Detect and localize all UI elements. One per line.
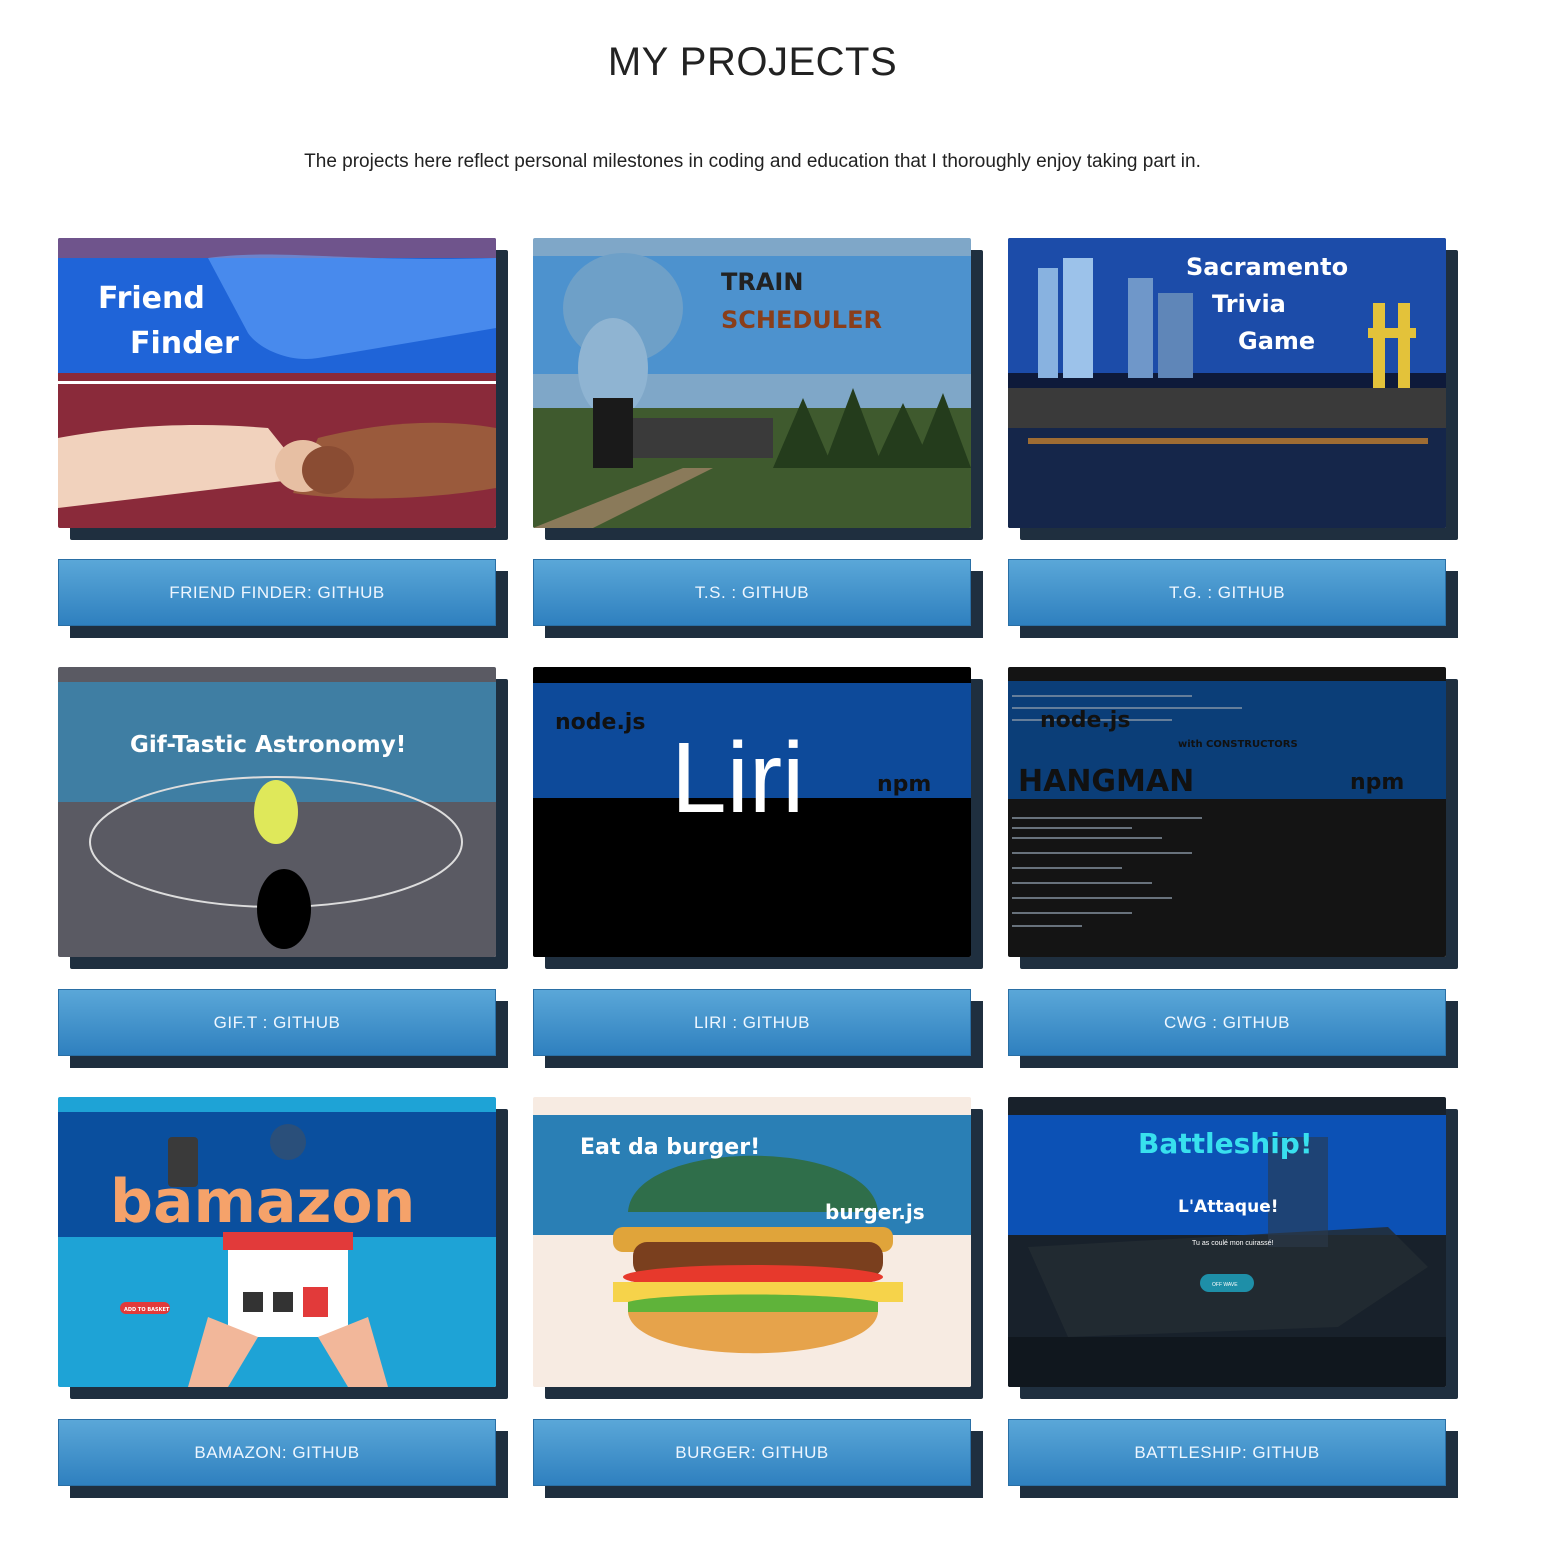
giftastic-github-button[interactable]: GIF.T : GITHUB [58, 989, 496, 1056]
page-title: MY PROJECTS [0, 40, 1505, 85]
liri-npm-label: npm [877, 772, 931, 797]
page-title-main: PROJECTS [679, 40, 898, 84]
bamazon-thumbnail[interactable]: bamazon ADD TO BASKET [58, 1097, 496, 1387]
hangman-npm-label: npm [1350, 770, 1404, 795]
train-scheduler-thumbnail[interactable]: TRAIN SCHEDULER [533, 238, 971, 528]
train-title-2: SCHEDULER [721, 306, 882, 334]
burger-subtitle: burger.js [825, 1200, 925, 1224]
battleship-title: Battleship! [1138, 1127, 1313, 1160]
battleship-tagline: Tu as coulé mon cuirassé! [1192, 1240, 1273, 1247]
liri-thumbnail[interactable]: node.js Liri npm [533, 667, 971, 957]
friend-finder-github-button[interactable]: FRIEND FINDER: GITHUB [58, 559, 496, 626]
friend-finder-title-2: Finder [130, 326, 239, 361]
battleship-thumbnail[interactable]: Battleship! L'Attaque! Tu as coulé mon c… [1008, 1097, 1446, 1387]
bamazon-title: bamazon [110, 1167, 415, 1237]
train-title-1: TRAIN [721, 268, 803, 296]
hangman-thumbnail[interactable]: node.js with CONSTRUCTORS HANGMAN npm [1008, 667, 1446, 957]
trivia-game-thumbnail[interactable]: Sacramento Trivia Game [1008, 238, 1446, 528]
friend-finder-title-1: Friend [98, 281, 205, 316]
trivia-title-2: Trivia [1212, 290, 1286, 318]
burger-thumbnail[interactable]: Eat da burger! burger.js [533, 1097, 971, 1387]
burger-github-button[interactable]: BURGER: GITHUB [533, 1419, 971, 1486]
hangman-title: HANGMAN [1018, 764, 1194, 799]
liri-github-button[interactable]: LIRI : GITHUB [533, 989, 971, 1056]
hangman-github-button[interactable]: CWG : GITHUB [1008, 989, 1446, 1056]
trivia-game-github-button[interactable]: T.G. : GITHUB [1008, 559, 1446, 626]
hangman-nodejs-label: node.js [1040, 708, 1130, 733]
liri-nodejs-label: node.js [555, 710, 645, 735]
intro-text: The projects here reflect personal miles… [304, 151, 1201, 172]
trivia-title-1: Sacramento [1186, 253, 1348, 281]
bamazon-basket-label: ADD TO BASKET [124, 1307, 170, 1313]
train-scheduler-github-button[interactable]: T.S. : GITHUB [533, 559, 971, 626]
battleship-github-button[interactable]: BATTLESHIP: GITHUB [1008, 1419, 1446, 1486]
battleship-subtitle: L'Attaque! [1178, 1197, 1278, 1217]
liri-title: Liri [671, 722, 804, 834]
hangman-constructors-label: with CONSTRUCTORS [1178, 739, 1298, 750]
bamazon-github-button[interactable]: BAMAZON: GITHUB [58, 1419, 496, 1486]
page-title-prefix: MY [607, 40, 669, 84]
trivia-title-3: Game [1238, 327, 1315, 355]
burger-title: Eat da burger! [580, 1135, 760, 1160]
giftastic-thumbnail[interactable]: Gif-Tastic Astronomy! [58, 667, 496, 957]
battleship-start-button: OFF WAVE [1212, 1282, 1238, 1288]
friend-finder-thumbnail[interactable]: Friend Finder [58, 238, 496, 528]
giftastic-title: Gif-Tastic Astronomy! [130, 732, 406, 758]
